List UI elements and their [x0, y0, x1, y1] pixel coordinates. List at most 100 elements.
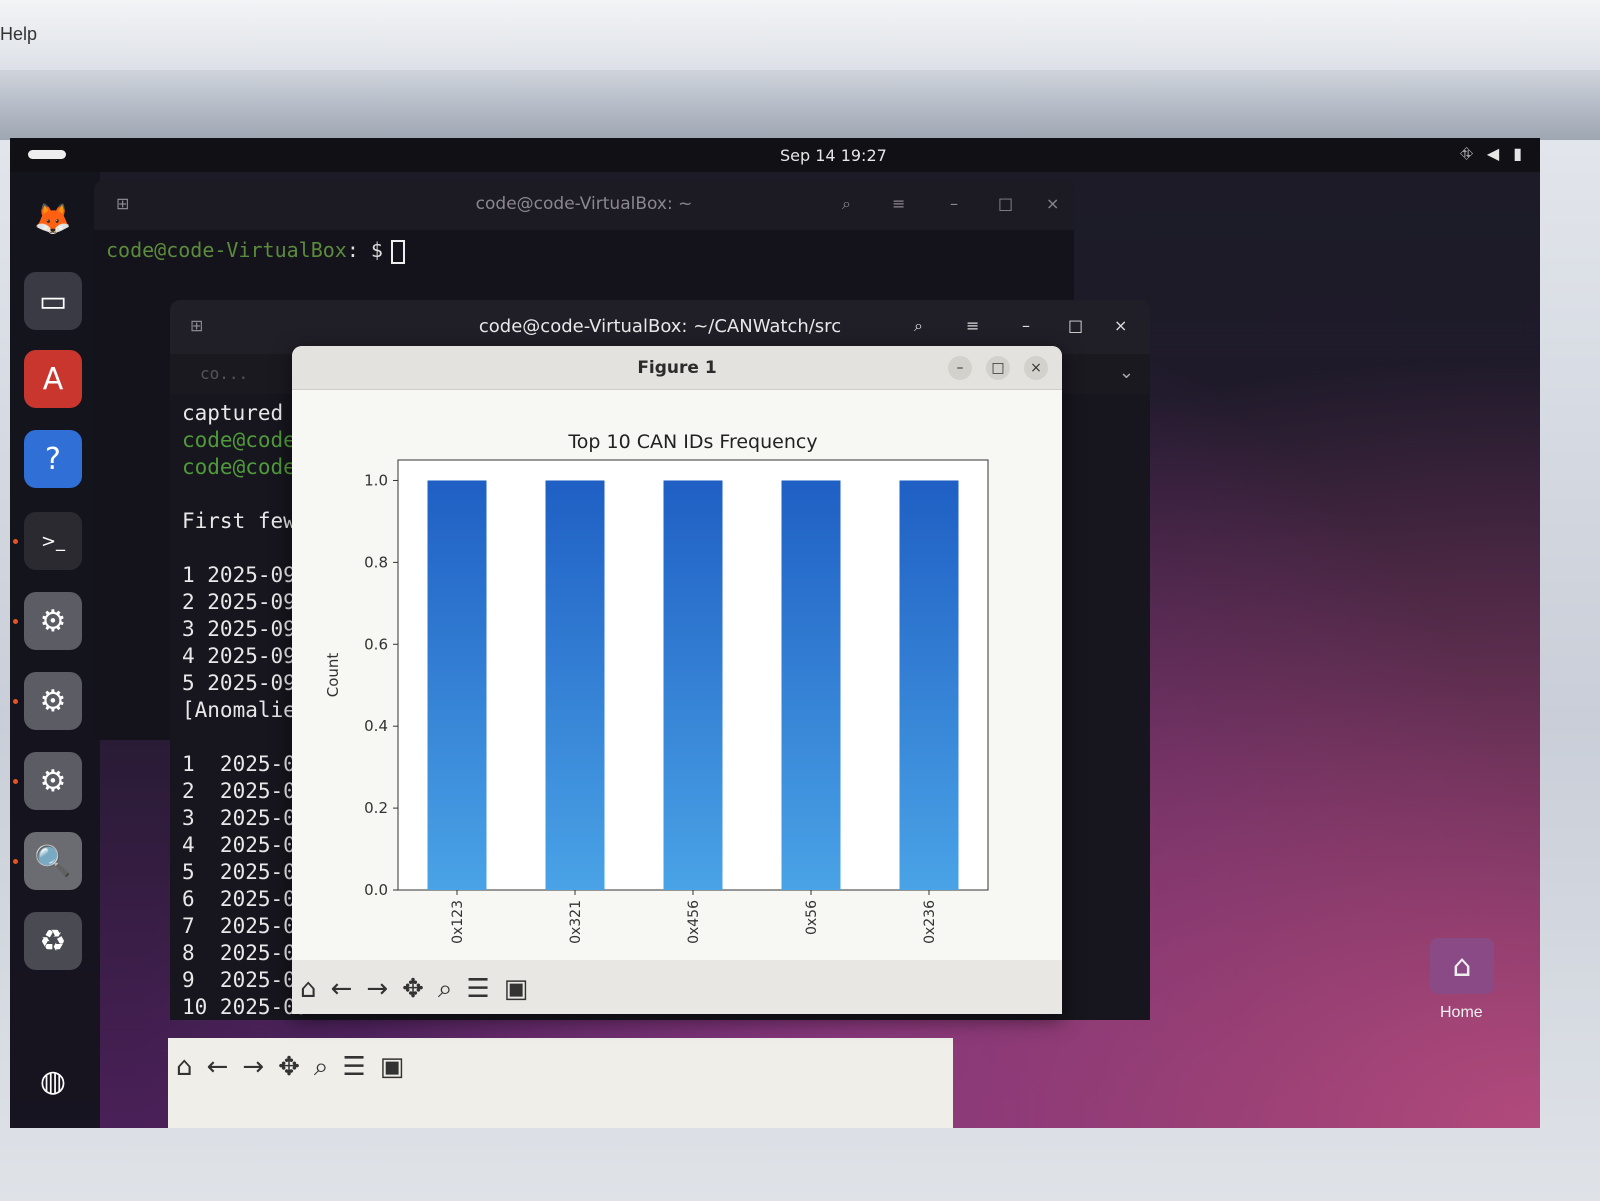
- x-tick-label: 0x456: [686, 900, 702, 944]
- home-icon[interactable]: ⌂: [300, 974, 317, 1005]
- bar-chart: Top 10 CAN IDs Frequency 0.0 0.2 0.4 0.6 0.8 1…: [324, 431, 989, 944]
- x-tick-label: 0x236: [922, 900, 938, 944]
- zoom-icon[interactable]: ⌕: [438, 974, 453, 1005]
- figure-toolbar: ⌂ ← → ✥ ⌕ ☰ ▣: [292, 960, 1062, 1014]
- forward-arrow-icon[interactable]: →: [366, 974, 388, 1005]
- show-apps-icon-glyph: ◍: [39, 1063, 67, 1099]
- battery-icon: ▮: [1513, 144, 1522, 163]
- terminal-tab[interactable]: co...: [200, 364, 248, 383]
- bar: [899, 480, 959, 890]
- terminal-icon-glyph: >_: [40, 530, 66, 552]
- firefox-icon[interactable]: 🦊: [24, 190, 82, 248]
- prompt-user: code@code-VirtualBox: [106, 238, 347, 262]
- figure-title: Figure 1: [637, 358, 717, 378]
- pan-icon[interactable]: ✥: [278, 1052, 300, 1083]
- x-tick-label: 0x321: [568, 900, 584, 944]
- search-icon[interactable]: ⌕: [842, 194, 851, 214]
- menu-icon[interactable]: ≡: [892, 194, 905, 213]
- settings-icon[interactable]: ⚙: [24, 672, 82, 730]
- y-axis-label: Count: [324, 653, 342, 698]
- y-tick-label: 0.4: [364, 717, 388, 735]
- forward-arrow-icon[interactable]: →: [242, 1052, 264, 1083]
- settings-icon-glyph: ⚙: [39, 603, 67, 639]
- minimize-icon[interactable]: –: [948, 356, 972, 380]
- save-icon[interactable]: ▣: [504, 974, 529, 1005]
- running-indicator: [13, 539, 18, 544]
- home-folder-label: Home: [1440, 1004, 1483, 1021]
- running-indicator: [13, 779, 18, 784]
- minimize-icon[interactable]: –: [950, 194, 958, 213]
- network-icon: ⛗: [1460, 144, 1473, 163]
- host-menubar: Help: [0, 0, 1600, 70]
- back-arrow-icon[interactable]: ←: [207, 1052, 229, 1083]
- back-arrow-icon[interactable]: ←: [331, 974, 353, 1005]
- dock: 🦊 ▭ A? >_ ⚙ ⚙ ⚙ 🔍 ♻ ◍: [10, 172, 100, 1128]
- app-center-icon[interactable]: A: [24, 350, 82, 408]
- settings-icon[interactable]: ⚙: [24, 592, 82, 650]
- chevron-down-icon[interactable]: ⌄: [1119, 362, 1134, 383]
- search-icon[interactable]: ⌕: [914, 316, 923, 336]
- save-icon[interactable]: ▣: [380, 1052, 405, 1083]
- close-icon[interactable]: ×: [1114, 316, 1127, 335]
- trash-icon[interactable]: ♻: [24, 912, 82, 970]
- running-indicator: [13, 699, 18, 704]
- app-center-icon-glyph: A: [42, 361, 64, 397]
- y-tick-label: 0.8: [364, 553, 388, 571]
- activities-button[interactable]: [28, 150, 66, 159]
- terminal-icon[interactable]: >_: [24, 512, 82, 570]
- terminal-prompt[interactable]: code@code-VirtualBox: $: [106, 238, 405, 264]
- settings-icon-glyph: ⚙: [39, 683, 67, 719]
- pan-icon[interactable]: ✥: [402, 974, 424, 1005]
- figure-canvas[interactable]: Top 10 CAN IDs Frequency 0.0 0.2 0.4 0.6 0.8 1…: [292, 390, 1062, 960]
- terminal-title: code@code-VirtualBox: ~: [475, 194, 693, 214]
- configure-subplots-icon[interactable]: ☰: [342, 1052, 365, 1083]
- settings-icon[interactable]: ⚙: [24, 752, 82, 810]
- firefox-icon-glyph: 🦊: [34, 201, 72, 237]
- configure-subplots-icon[interactable]: ☰: [466, 974, 489, 1005]
- search-icon[interactable]: 🔍: [24, 832, 82, 890]
- chart-title: Top 10 CAN IDs Frequency: [567, 431, 817, 453]
- y-tick-label: 0.6: [364, 635, 388, 653]
- help-icon-glyph: ?: [45, 441, 61, 477]
- close-icon[interactable]: ×: [1046, 194, 1059, 213]
- show-apps-icon[interactable]: ◍: [24, 1052, 82, 1110]
- text-cursor: [390, 239, 405, 264]
- terminal-header: ⊞ code@code-VirtualBox: ~ ⌕ ≡ – □ ×: [94, 180, 1074, 230]
- search-icon-glyph: 🔍: [34, 843, 72, 879]
- menu-icon[interactable]: ≡: [966, 316, 979, 335]
- minimize-icon[interactable]: –: [1022, 316, 1030, 335]
- running-indicator: [13, 859, 18, 864]
- help-icon[interactable]: ?: [24, 430, 82, 488]
- settings-icon-glyph: ⚙: [39, 763, 67, 799]
- home-folder-icon[interactable]: ⌂: [1430, 938, 1494, 994]
- home-icon[interactable]: ⌂: [176, 1052, 193, 1083]
- bar: [663, 480, 723, 890]
- figure-window[interactable]: Figure 1 – □ × Top 10 CAN IDs Frequency 0…: [292, 346, 1062, 1014]
- running-indicator: [13, 619, 18, 624]
- host-menu-help[interactable]: Help: [0, 24, 37, 45]
- y-tick-label: 1.0: [364, 471, 388, 489]
- system-tray[interactable]: ⛗ ◀ ▮: [1460, 144, 1522, 164]
- clock[interactable]: Sep 14 19:27: [780, 146, 887, 165]
- figure-toolbar-behind: ⌂ ← → ✥ ⌕ ☰ ▣: [168, 1038, 953, 1128]
- zoom-icon[interactable]: ⌕: [314, 1052, 329, 1083]
- files-icon[interactable]: ▭: [24, 272, 82, 330]
- host-background: [0, 70, 1600, 140]
- maximize-icon[interactable]: □: [986, 356, 1010, 380]
- volume-icon: ◀: [1486, 144, 1500, 163]
- x-tick-label: 0x56: [804, 900, 820, 935]
- vm-screen: Sep 14 19:27 ⛗ ◀ ▮ 🦊 ▭ A? >_ ⚙ ⚙ ⚙ 🔍 ♻ ◍ ⊞ code@c…: [10, 138, 1540, 1128]
- figure-header: Figure 1 – □ ×: [292, 346, 1062, 390]
- bar: [545, 480, 605, 890]
- prompt-symbol: : $: [346, 238, 383, 262]
- close-icon[interactable]: ×: [1024, 356, 1048, 380]
- y-tick-label: 0.0: [364, 881, 388, 899]
- files-icon-glyph: ▭: [38, 283, 68, 319]
- terminal-title: code@code-VirtualBox: ~/CANWatch/src: [478, 316, 842, 337]
- top-bar: Sep 14 19:27 ⛗ ◀ ▮: [10, 138, 1540, 172]
- maximize-icon[interactable]: □: [1068, 316, 1083, 335]
- x-tick-label: 0x123: [450, 900, 466, 944]
- maximize-icon[interactable]: □: [998, 194, 1013, 213]
- trash-icon-glyph: ♻: [39, 923, 67, 959]
- bar: [781, 480, 841, 890]
